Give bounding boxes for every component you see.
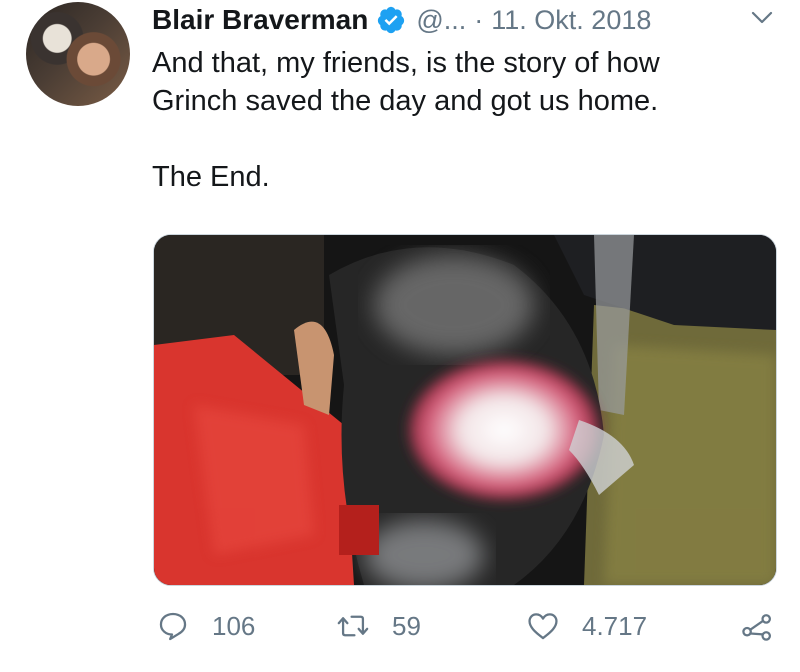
author-name[interactable]: Blair Braverman [152, 4, 368, 36]
share-icon [742, 614, 772, 641]
retweet-button[interactable]: 59 [336, 606, 421, 646]
author-avatar[interactable] [26, 2, 130, 106]
tweet-text-line: Grinch saved the day and got us home. [152, 85, 659, 117]
tweet-header: Blair Braverman @... · 11. Okt. 2018 [152, 0, 651, 40]
retweet-icon [337, 615, 369, 637]
tweet-text: And that, my friends, is the story of ho… [152, 44, 752, 196]
like-count: 4.717 [582, 610, 648, 641]
header-separator: · [474, 4, 484, 35]
tweet-card: Blair Braverman @... · 11. Okt. 2018 And… [0, 0, 800, 672]
author-handle[interactable]: @... [416, 5, 466, 36]
reply-icon [159, 612, 187, 641]
like-button[interactable]: 4.717 [526, 606, 647, 646]
verified-badge-icon [378, 6, 405, 34]
reply-count: 106 [212, 610, 256, 641]
reply-button[interactable]: 106 [156, 606, 255, 646]
tweet-actions: 106 59 4.717 [150, 606, 790, 646]
tweet-date[interactable]: 11. Okt. 2018 [491, 5, 651, 36]
dog-photo-image [154, 235, 776, 585]
heart-icon [528, 613, 558, 640]
chevron-down-icon[interactable] [750, 8, 774, 28]
tweet-closing-line: The End. [152, 161, 270, 193]
tweet-text-line: And that, my friends, is the story of ho… [152, 47, 660, 79]
share-button[interactable] [740, 606, 774, 646]
retweet-count: 59 [392, 610, 421, 641]
tweet-photo[interactable] [153, 234, 777, 586]
